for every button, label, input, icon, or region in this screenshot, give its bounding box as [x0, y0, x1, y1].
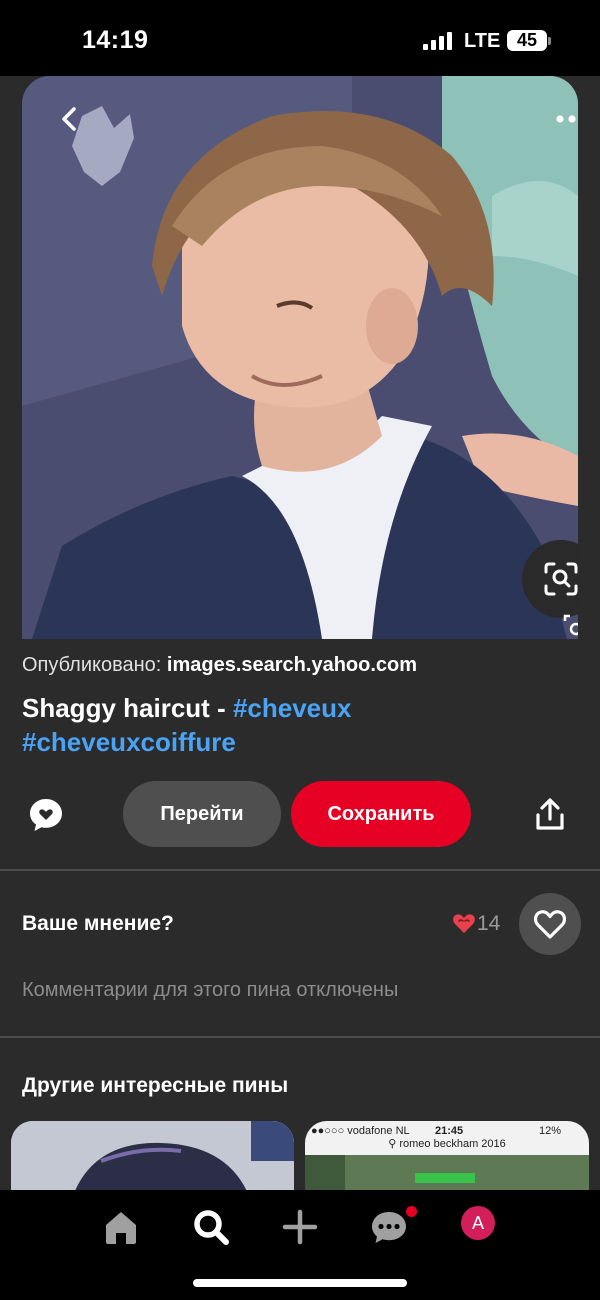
card-search-text: romeo beckham 2016 — [399, 1138, 506, 1150]
like-button[interactable] — [519, 893, 581, 955]
heart-outline-icon — [533, 910, 567, 939]
notification-dot — [406, 1206, 417, 1217]
back-button[interactable] — [52, 102, 86, 136]
plus-icon — [282, 1209, 318, 1245]
hashtag-link[interactable]: #cheveuxcoiffure — [22, 727, 236, 757]
more-pins-heading: Другие интересные пины — [22, 1074, 289, 1097]
card-carrier: ●●○○○ vodafone NL — [311, 1125, 410, 1137]
reaction-count: 14 — [452, 910, 500, 938]
pin-action-bar: Перейти Сохранить — [0, 781, 600, 847]
tab-profile-avatar[interactable]: A — [461, 1206, 495, 1240]
chevron-left-icon — [62, 107, 76, 131]
related-pin-image — [11, 1121, 294, 1190]
visual-search-icon — [544, 562, 578, 596]
visual-search-crop-icon — [562, 612, 578, 639]
divider — [0, 1036, 600, 1038]
card-time: 21:45 — [435, 1125, 464, 1137]
tab-search[interactable] — [188, 1204, 234, 1250]
home-icon — [106, 1212, 136, 1244]
battery-icon: 45 — [507, 30, 547, 51]
pin-image[interactable] — [22, 76, 578, 639]
status-bar: 14:19 LTE 45 — [0, 0, 600, 76]
divider — [0, 869, 600, 871]
card-battery: 12% — [539, 1125, 562, 1137]
bottom-tab-bar: A — [0, 1190, 600, 1300]
reaction-count-value: 14 — [477, 912, 501, 935]
card-photo — [305, 1155, 589, 1190]
signal-icon — [423, 32, 453, 50]
status-time: 14:19 — [82, 26, 149, 54]
network-type: LTE — [464, 30, 501, 52]
search-icon — [194, 1210, 229, 1245]
comment-bubble-icon — [30, 799, 62, 831]
pin-source: Опубликовано: images.search.yahoo.com — [22, 654, 417, 677]
tab-create[interactable] — [277, 1204, 323, 1250]
related-pin-card[interactable]: ●●○○○ vodafone NL 21:45 12% ⚲ romeo beck… — [305, 1121, 589, 1190]
save-button[interactable]: Сохранить — [291, 781, 471, 847]
hashtag-link[interactable]: #cheveux — [233, 693, 352, 723]
comments-disabled-text: Комментарии для этого пина отключены — [22, 979, 399, 1001]
opinion-heading: Ваше мнение? — [22, 912, 174, 935]
visit-button[interactable]: Перейти — [123, 781, 281, 847]
tab-home[interactable] — [98, 1204, 144, 1250]
card-search-query: ⚲ romeo beckham 2016 — [388, 1138, 506, 1150]
share-button[interactable] — [534, 797, 566, 833]
pin-detail: Опубликовано: images.search.yahoo.com Sh… — [0, 76, 600, 1190]
more-options-button[interactable] — [555, 110, 578, 128]
share-icon — [536, 798, 564, 830]
home-indicator — [193, 1279, 407, 1287]
heart-reaction-icon — [453, 914, 475, 933]
source-label: Опубликовано: — [22, 654, 162, 676]
related-pin-card[interactable] — [11, 1121, 294, 1190]
comment-button[interactable] — [28, 797, 64, 833]
more-horizontal-icon — [556, 115, 576, 123]
pin-title-text: Shaggy haircut - — [22, 693, 226, 723]
pin-photo — [22, 76, 578, 639]
pin-title: Shaggy haircut - #cheveux #cheveuxcoiffu… — [22, 691, 582, 759]
source-domain-link[interactable]: images.search.yahoo.com — [167, 654, 417, 676]
battery-tip — [548, 37, 551, 45]
